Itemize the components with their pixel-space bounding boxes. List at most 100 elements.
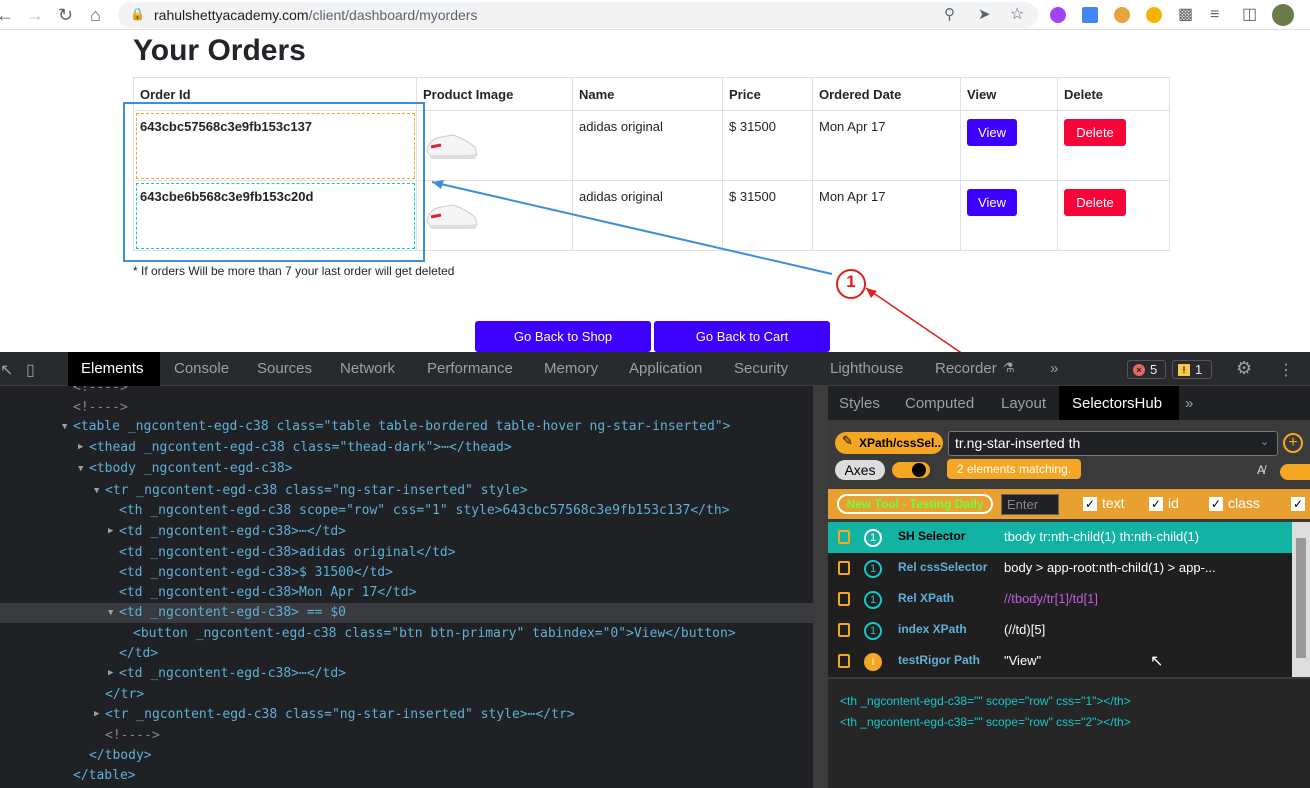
dom-node-td[interactable]: <td _ngcontent-egd-c38>$ 31500</td> [119, 563, 393, 583]
selector-row[interactable]: 1 Rel XPath //tbody/tr[1]/td[1] [828, 584, 1292, 615]
copy-icon[interactable] [838, 623, 850, 637]
selector-row[interactable]: 1 SH Selector tbody tr:nth-child(1) th:n… [828, 522, 1292, 553]
home-icon[interactable]: ⌂ [90, 5, 101, 25]
translate-icon[interactable] [1082, 7, 1098, 23]
bookmark-star-icon[interactable]: ☆ [1010, 4, 1024, 24]
collapse-triangle-icon[interactable]: ▶ [108, 526, 113, 536]
forward-icon[interactable]: → [26, 5, 44, 25]
tab-elements[interactable]: Elements [81, 360, 144, 377]
reading-list-icon[interactable]: ≡ [1210, 5, 1219, 25]
selector-value[interactable]: tbody tr:nth-child(1) th:nth-child(1) [1004, 529, 1199, 544]
extensions-puzzle-icon[interactable]: ▩ [1178, 5, 1193, 25]
tab-performance[interactable]: Performance [427, 360, 513, 377]
promo-button[interactable]: New Tool - Testing Daily [837, 494, 993, 514]
more-tabs-icon[interactable]: » [1050, 360, 1058, 377]
error-badge[interactable]: × 5 [1127, 360, 1166, 379]
class-checkbox[interactable]: ✓ [1209, 497, 1223, 511]
dom-node-tr[interactable]: <tr _ngcontent-egd-c38 class="ng-star-in… [105, 481, 528, 501]
id-checkbox[interactable]: ✓ [1149, 497, 1163, 511]
zoom-icon[interactable]: ⚲ [944, 5, 955, 23]
cookie-icon[interactable] [1114, 7, 1130, 23]
tab-selectorshub[interactable]: SelectorsHub [1072, 395, 1162, 412]
axes-button[interactable]: Axes [835, 460, 885, 480]
side-panel-icon[interactable]: ◫ [1242, 5, 1257, 25]
settings-gear-icon[interactable]: ⚙ [1236, 358, 1252, 379]
view-button[interactable]: View [967, 189, 1017, 216]
results-scrollbar[interactable] [1292, 522, 1310, 677]
dom-node-td[interactable]: <td _ngcontent-egd-c38>Mon Apr 17</td> [119, 583, 416, 603]
dom-comment[interactable]: <!----> [73, 398, 128, 418]
avatar[interactable] [1272, 4, 1294, 26]
dom-node-tr[interactable]: <tr _ngcontent-egd-c38 class="ng-star-in… [105, 705, 575, 725]
selector-value[interactable]: (//td)[5] [1004, 622, 1045, 637]
go-back-to-shop-button[interactable]: Go Back to Shop [475, 321, 651, 352]
font-size-icon[interactable]: A̸ [1257, 463, 1265, 477]
more-side-tabs-icon[interactable]: » [1185, 395, 1193, 412]
dom-node-thead[interactable]: <thead _ngcontent-egd-c38 class="thead-d… [89, 438, 512, 458]
copy-icon[interactable] [838, 592, 850, 606]
collapse-triangle-icon[interactable]: ▶ [94, 709, 99, 719]
dom-node-tbody-close[interactable]: </tbody> [89, 746, 152, 766]
device-toolbar-icon[interactable]: ▯ [26, 360, 35, 380]
selector-row[interactable]: i testRigor Path "View" [828, 646, 1292, 677]
panel-divider[interactable] [813, 386, 828, 788]
collapse-triangle-icon[interactable]: ▶ [108, 668, 113, 678]
scrollbar-thumb[interactable] [1296, 538, 1306, 658]
copy-icon[interactable] [838, 561, 850, 575]
tab-layout[interactable]: Layout [1001, 395, 1046, 412]
dom-node-td[interactable]: <td _ngcontent-egd-c38>⋯</td> [119, 664, 346, 684]
tab-styles[interactable]: Styles [839, 395, 880, 412]
enter-field[interactable]: Enter [1001, 494, 1059, 515]
copy-icon[interactable] [838, 530, 850, 544]
matched-element[interactable]: <th _ngcontent-egd-c38="" scope="row" cs… [840, 715, 1131, 729]
expand-triangle-icon[interactable]: ▼ [78, 464, 83, 474]
dom-node-table-close[interactable]: </table> [73, 766, 136, 786]
matched-element[interactable]: <th _ngcontent-egd-c38="" scope="row" cs… [840, 694, 1131, 708]
dom-comment[interactable]: <!----> [105, 726, 160, 746]
expand-triangle-icon[interactable]: ▼ [62, 422, 67, 432]
dom-node-td[interactable]: <td _ngcontent-egd-c38>⋯</td> [119, 522, 346, 542]
chevron-down-icon[interactable]: ⌄ [1260, 435, 1269, 448]
selector-value[interactable]: //tbody/tr[1]/td[1] [1004, 591, 1098, 606]
tab-console[interactable]: Console [174, 360, 229, 377]
back-icon[interactable]: ← [0, 5, 14, 25]
go-back-to-cart-button[interactable]: Go Back to Cart [654, 321, 830, 352]
dom-comment[interactable]: <!----> [73, 386, 128, 398]
selector-value[interactable]: body > app-root:nth-child(1) > app-... [1004, 560, 1216, 575]
inspect-icon[interactable]: ↖ [0, 360, 13, 380]
selector-input[interactable]: tr.ng-star-inserted th [948, 431, 1278, 456]
kebab-menu-icon[interactable]: ⋮ [1278, 360, 1294, 380]
collapse-triangle-icon[interactable]: ▶ [78, 442, 83, 452]
dom-node-td[interactable]: <td _ngcontent-egd-c38>adidas original</… [119, 543, 456, 563]
selectorshub-icon[interactable] [1146, 7, 1162, 23]
expand-triangle-icon[interactable]: ▼ [94, 486, 99, 496]
dom-node-tr-close[interactable]: </tr> [105, 685, 144, 705]
reload-icon[interactable]: ↻ [58, 5, 73, 25]
dom-node-td-selected[interactable]: <td _ngcontent-egd-c38> == $0 [119, 603, 346, 623]
dom-node-table[interactable]: <table _ngcontent-egd-c38 class="table t… [73, 417, 730, 437]
tab-computed[interactable]: Computed [905, 395, 974, 412]
add-selector-icon[interactable]: + [1283, 433, 1303, 453]
selector-value[interactable]: "View" [1004, 653, 1041, 668]
selector-row[interactable]: 1 Rel cssSelector body > app-root:nth-ch… [828, 553, 1292, 584]
tab-lighthouse[interactable]: Lighthouse [830, 360, 903, 377]
warning-badge[interactable]: ! 1 [1172, 360, 1212, 379]
dom-node-tbody[interactable]: <tbody _ngcontent-egd-c38> [89, 459, 293, 479]
expand-triangle-icon[interactable]: ▼ [108, 608, 113, 618]
tab-sources[interactable]: Sources [257, 360, 312, 377]
dom-node-td-close[interactable]: </td> [119, 644, 158, 664]
tab-application[interactable]: Application [629, 360, 702, 377]
share-icon[interactable]: ➤ [978, 5, 991, 23]
text-checkbox[interactable]: ✓ [1083, 497, 1097, 511]
delete-button[interactable]: Delete [1064, 189, 1126, 216]
dom-node-button[interactable]: <button _ngcontent-egd-c38 class="btn bt… [133, 624, 736, 644]
dom-node-th[interactable]: <th _ngcontent-egd-c38 scope="row" css="… [119, 501, 729, 521]
copy-icon[interactable] [838, 654, 850, 668]
delete-button[interactable]: Delete [1064, 119, 1126, 146]
tab-security[interactable]: Security [734, 360, 788, 377]
axes-toggle[interactable] [892, 462, 930, 478]
selector-row[interactable]: 1 index XPath (//td)[5] [828, 615, 1292, 646]
view-button[interactable]: View [967, 119, 1017, 146]
tab-recorder[interactable]: Recorder [935, 360, 997, 377]
address-bar[interactable]: 🔒 rahulshettyacademy.com/client/dashboar… [118, 2, 1038, 28]
